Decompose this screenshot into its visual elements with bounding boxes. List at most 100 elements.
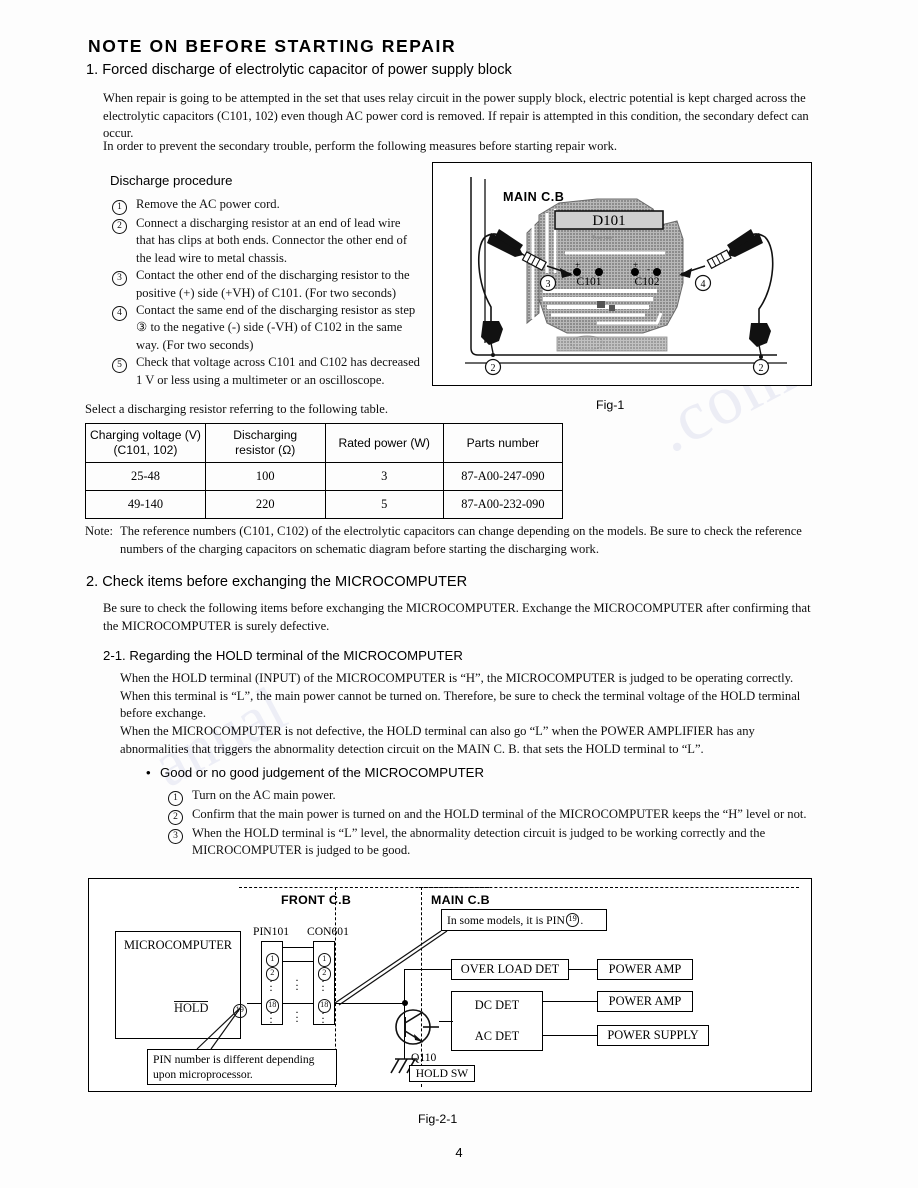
- wire-q110-to-det: [439, 1021, 453, 1023]
- wire-hold-to-pin101: [247, 1003, 261, 1005]
- svg-text:3: 3: [546, 279, 551, 290]
- step-number: 3: [112, 267, 136, 287]
- svg-text:2: 2: [759, 363, 764, 374]
- svg-text:-: -: [597, 264, 600, 274]
- step-number: 2: [168, 806, 192, 825]
- step-text: Connect a discharging resistor at an end…: [136, 216, 408, 265]
- wire-dcdet-to-amp: [543, 1001, 597, 1003]
- power-amp-block-1: POWER AMP: [597, 959, 693, 980]
- list-item: 4 Contact the same end of the dischargin…: [112, 302, 422, 354]
- dc-ac-det-block: DC DET AC DET: [451, 991, 543, 1051]
- bullet-icon: •: [146, 765, 151, 780]
- pin-ellipsis-icon: ...: [321, 1003, 325, 1027]
- callout-leader-lines-models: [334, 930, 448, 1006]
- section-1-heading: 1. Forced discharge of electrolytic capa…: [86, 62, 512, 78]
- power-supply-block: POWER SUPPLY: [597, 1025, 709, 1046]
- power-amp-block-2: POWER AMP: [597, 991, 693, 1012]
- list-item: 1 Turn on the AC main power.: [168, 787, 823, 806]
- step-text: When the HOLD terminal is “L” level, the…: [192, 826, 766, 858]
- step-number: 3: [168, 825, 192, 844]
- svg-text:-: -: [647, 264, 650, 274]
- note-text: The reference numbers (C101, C102) of th…: [120, 524, 802, 556]
- callout-4: 4: [694, 274, 712, 292]
- judgement-bullet-heading: • Good or no good judgement of the MICROC…: [146, 765, 484, 780]
- wire-acdet-to-supply: [543, 1035, 597, 1037]
- discharging-resistor-table: Charging voltage (V) (C101, 102) Dischar…: [85, 423, 564, 519]
- section-2-heading: 2. Check items before exchanging the MIC…: [86, 574, 468, 590]
- main-cb-label: MAIN C.B: [503, 190, 565, 204]
- step-text: Contact the other end of the discharging…: [136, 268, 410, 300]
- svg-text:2: 2: [491, 363, 496, 374]
- callout-leader-lines-pin: [196, 1006, 242, 1050]
- in-some-models-note: In some models, it is PIN 19.: [441, 909, 607, 931]
- section-1-intro-paragraph-2: In order to prevent the secondary troubl…: [103, 139, 618, 153]
- figure-2-1-caption: Fig-2-1: [418, 1112, 458, 1126]
- wire-pin2: [283, 961, 313, 963]
- cell-rated-power: 5: [324, 490, 444, 519]
- section-2-1-heading: 2-1. Regarding the HOLD terminal of the …: [103, 648, 463, 663]
- wire-pin1: [283, 947, 313, 949]
- figure-2-1-frame: FRONT C.B MAIN C.B MICROCOMPUTER HOLD 19…: [88, 878, 812, 1092]
- pin101-label: PIN101: [253, 925, 290, 938]
- front-cb-label: FRONT C.B: [281, 893, 352, 907]
- step-text: Turn on the AC main power.: [192, 788, 336, 802]
- step-text: Contact the same end of the discharging …: [136, 303, 416, 352]
- c102-label-text: C102: [635, 276, 660, 288]
- section-2-1-paragraph-2: When the MICROCOMPUTER is not defective,…: [120, 724, 755, 756]
- step-number: 4: [112, 302, 136, 322]
- between-connector-ellipsis-icon: ...: [295, 1002, 299, 1026]
- connector-pin101: 1 2 ... 18 ...: [261, 941, 283, 1025]
- step-number: 5: [112, 354, 136, 374]
- pin-ellipsis-icon: ...: [269, 971, 273, 995]
- list-item: 1 Remove the AC power cord.: [112, 196, 422, 215]
- table-header-row: Charging voltage (V) (C101, 102) Dischar…: [85, 423, 564, 463]
- between-connector-ellipsis-icon: ...: [295, 970, 299, 994]
- cell-discharging-resistor: 220: [204, 490, 326, 519]
- main-cb-label: MAIN C.B: [431, 893, 490, 907]
- table-row: 49-140 220 5 87-A00-232-090: [85, 490, 564, 519]
- page-number: 4: [455, 1145, 463, 1160]
- svg-text:4: 4: [701, 279, 706, 290]
- document-page: .com anual NOTE ON BEFORE STARTING REPAI…: [0, 0, 918, 1188]
- column-header-parts-number: Parts number: [442, 423, 564, 463]
- ac-det-label: AC DET: [474, 1029, 520, 1043]
- page-title: NOTE ON BEFORE STARTING REPAIR: [88, 36, 457, 56]
- figure-1-frame: D101 Tyne ono + - + - C101 C102 3 4 2 2 …: [432, 162, 812, 386]
- cell-rated-power: 3: [324, 462, 444, 491]
- table-intro-text: Select a discharging resistor referring …: [85, 402, 388, 416]
- pin-ellipsis-icon: ...: [321, 971, 325, 995]
- cell-discharging-resistor: 100: [204, 462, 326, 491]
- discharge-procedure-heading: Discharge procedure: [110, 173, 233, 188]
- c101-label-text: C101: [577, 276, 602, 288]
- cell-parts-number: 87-A00-247-090: [442, 462, 564, 491]
- pin-number-note: PIN number is different depending upon m…: [147, 1049, 337, 1085]
- c102-negative-pad: [653, 268, 661, 276]
- list-item: 2 Confirm that the main power is turned …: [168, 806, 823, 825]
- svg-text:+: +: [575, 260, 580, 270]
- list-item: 3 When the HOLD terminal is “L” level, t…: [168, 825, 823, 860]
- diode-label-text: D101: [592, 213, 625, 229]
- step-text: Confirm that the main power is turned on…: [192, 807, 807, 821]
- list-item: 2 Connect a discharging resistor at an e…: [112, 215, 422, 267]
- cell-charging-voltage: 49-140: [85, 490, 206, 519]
- svg-text:+: +: [633, 260, 638, 270]
- column-header-rated-power: Rated power (W): [324, 423, 444, 463]
- table-row: 25-48 100 3 87-A00-247-090: [85, 462, 564, 491]
- dc-det-label: DC DET: [474, 998, 520, 1012]
- step-text: Check that voltage across C101 and C102 …: [136, 355, 420, 387]
- step-number: 1: [112, 196, 136, 215]
- microcomputer-label: MICROCOMPUTER: [123, 938, 233, 952]
- wire-overload-to-amp: [569, 969, 597, 971]
- column-header-discharging-resistor: Discharging resistor (Ω): [204, 423, 326, 463]
- hold-sw-block: HOLD SW: [409, 1065, 475, 1082]
- judgement-steps-list: 1 Turn on the AC main power. 2 Confirm t…: [168, 787, 823, 860]
- pin-ellipsis-icon: ...: [269, 1003, 273, 1027]
- transistor-q110-symbol: [395, 1009, 439, 1045]
- cell-parts-number: 87-A00-232-090: [442, 490, 564, 519]
- discharge-procedure-list: 1 Remove the AC power cord. 2 Connect a …: [112, 196, 422, 389]
- step-number: 1: [168, 787, 192, 806]
- section-1-intro-paragraph-1: When repair is going to be attempted in …: [103, 91, 809, 141]
- wire-pin18: [283, 1003, 313, 1005]
- column-header-charging-voltage: Charging voltage (V) (C101, 102): [85, 423, 206, 463]
- q110-label: Q110: [411, 1051, 437, 1064]
